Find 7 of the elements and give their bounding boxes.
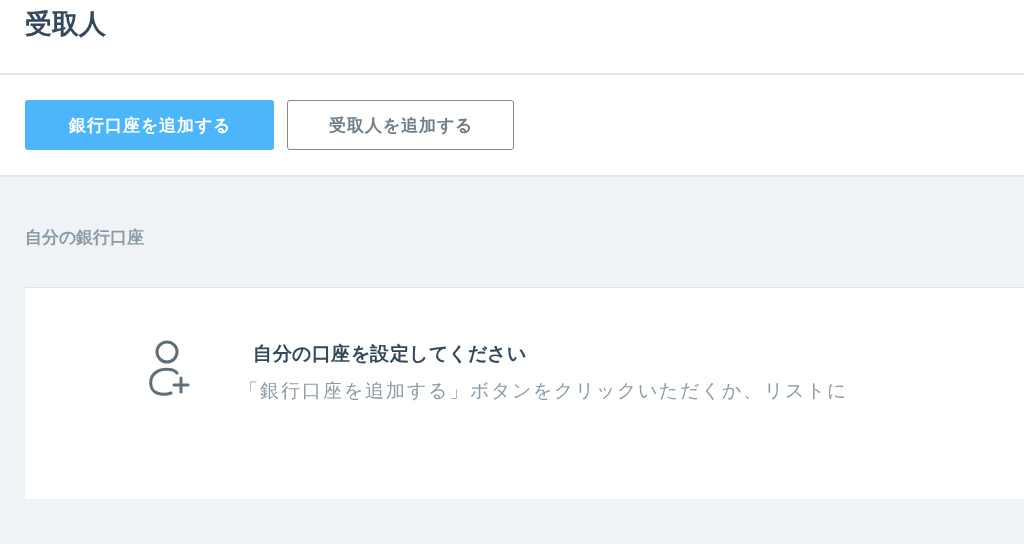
add-bank-account-button[interactable]: 銀行口座を追加する [25,100,274,150]
section-label: 自分の銀行口座 [25,226,144,249]
page-title: 受取人 [25,8,106,40]
add-recipient-button[interactable]: 受取人を追加する [287,100,514,150]
user-plus-icon [147,340,191,396]
empty-state-title: 自分の口座を設定してください [253,341,526,366]
empty-state-message: 「銀行口座を追加する」ボタンをクリックいただくか、リストに [239,378,848,403]
